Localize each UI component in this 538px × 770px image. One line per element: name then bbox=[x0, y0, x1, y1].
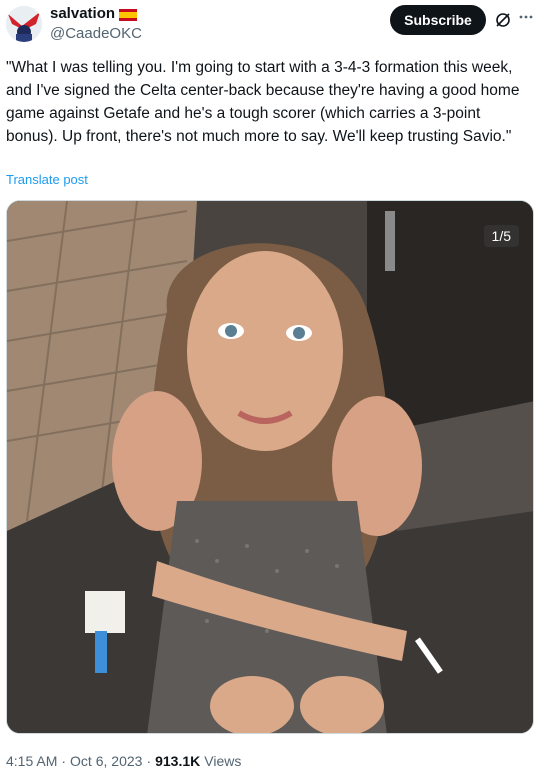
user-handle[interactable]: @CaadeOKC bbox=[50, 25, 142, 42]
more-icon[interactable] bbox=[518, 9, 534, 25]
post-date[interactable]: Oct 6, 2023 bbox=[70, 753, 142, 769]
views-count: 913.1K bbox=[155, 753, 201, 769]
grok-icon[interactable] bbox=[494, 11, 512, 29]
translate-post-link[interactable]: Translate post bbox=[6, 172, 88, 187]
media-image[interactable]: 1/5 bbox=[6, 200, 534, 734]
name-row: salvation bbox=[50, 5, 138, 22]
post-time[interactable]: 4:15 AM bbox=[6, 753, 57, 769]
separator: · bbox=[146, 753, 152, 769]
tweet-header: salvation @CaadeOKC Subscribe bbox=[0, 0, 538, 48]
media-counter: 1/5 bbox=[483, 225, 519, 247]
views-label: Views bbox=[204, 753, 242, 769]
photo-illustration bbox=[7, 201, 533, 733]
separator: · bbox=[61, 753, 67, 769]
spain-flag-icon bbox=[119, 8, 138, 21]
subscribe-button[interactable]: Subscribe bbox=[390, 5, 486, 35]
tweet-text: "What I was telling you. I'm going to st… bbox=[6, 59, 520, 145]
tweet-footer: 4:15 AM · Oct 6, 2023 · 913.1K Views bbox=[6, 753, 241, 769]
avatar[interactable] bbox=[6, 6, 42, 42]
display-name[interactable]: salvation bbox=[50, 5, 115, 22]
